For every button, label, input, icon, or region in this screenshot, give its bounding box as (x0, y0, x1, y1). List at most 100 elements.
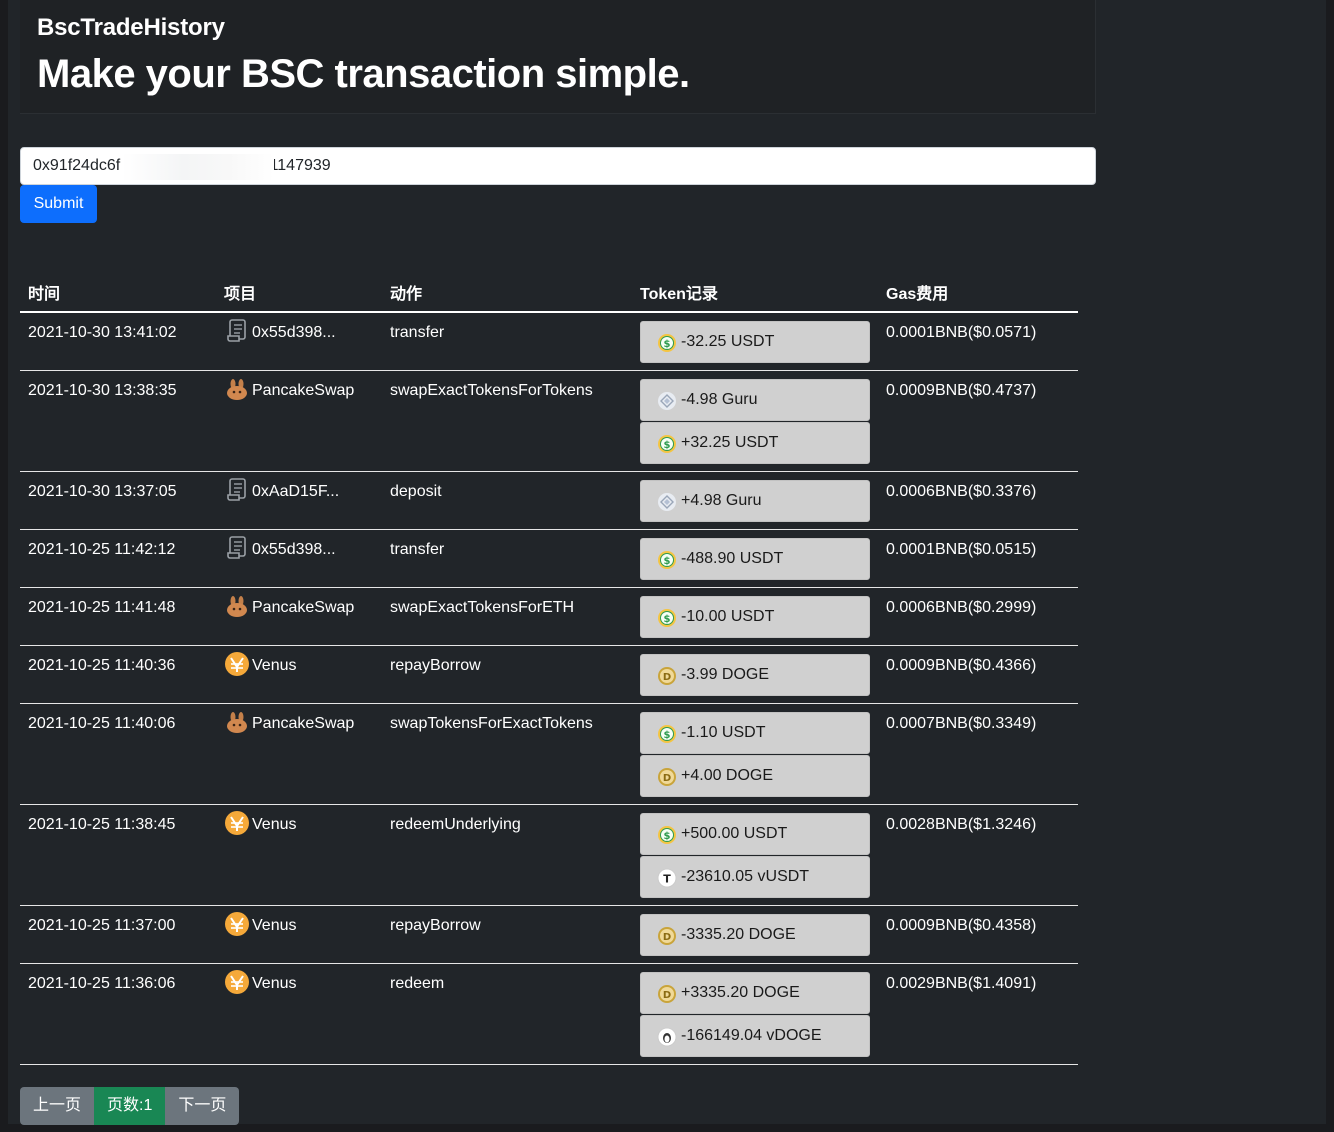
header-project: 项目 (216, 273, 382, 313)
venus-icon (224, 969, 250, 995)
usdt-icon: $ (657, 608, 677, 628)
token-amount: -32.25 USDT (681, 333, 775, 350)
cell-tokens: D -3335.20 DOGE (632, 905, 878, 964)
project-link[interactable]: Venus (224, 652, 297, 677)
table-row: 2021-10-25 11:42:12 0x55d398... transfer $ -… (20, 529, 1078, 588)
cell-tokens: -4.98 Guru $ +32.25 USDT (632, 370, 878, 472)
token-amount: -166149.04 vDOGE (681, 1027, 822, 1044)
project-link[interactable]: PancakeSwap (224, 379, 355, 402)
token-amount: +4.00 DOGE (681, 767, 774, 784)
project-name: Venus (252, 816, 297, 833)
project-link[interactable]: 0xAaD15F... (224, 478, 340, 503)
cell-tokens: $ +500.00 USDT T -23610.05 vUSDT (632, 804, 878, 906)
cell-tokens: $ -32.25 USDT (632, 312, 878, 371)
table-row: 2021-10-30 13:38:35 PancakeSwap swapExactT… (20, 370, 1078, 472)
cell-tokens: D -3.99 DOGE (632, 645, 878, 704)
token-amount: -3335.20 DOGE (681, 926, 796, 943)
token-chip[interactable]: -166149.04 vDOGE (640, 1015, 870, 1057)
token-chip[interactable]: $ +32.25 USDT (640, 422, 870, 464)
token-chip[interactable]: $ -10.00 USDT (640, 596, 870, 638)
project-name: 0x55d398... (252, 541, 336, 558)
token-amount: -23610.05 vUSDT (681, 868, 810, 885)
cell-action: swapExactTokensForETH (382, 587, 632, 646)
token-chip[interactable]: D +4.00 DOGE (640, 755, 870, 797)
cell-project: PancakeSwap (216, 370, 382, 472)
svg-text:$: $ (664, 440, 671, 451)
svg-text:$: $ (664, 730, 671, 741)
pancakeswap-icon (224, 709, 250, 735)
usdt-icon: $ (657, 434, 677, 454)
cell-action: swapTokensForExactTokens (382, 703, 632, 805)
svg-text:D: D (663, 773, 671, 784)
project-link[interactable]: Venus (224, 811, 297, 836)
table-row: 2021-10-25 11:40:06 PancakeSwap swapTokens… (20, 703, 1078, 805)
token-chip[interactable]: D -3.99 DOGE (640, 654, 870, 696)
project-link[interactable]: PancakeSwap (224, 596, 355, 619)
token-chip[interactable]: $ -488.90 USDT (640, 538, 870, 580)
cell-action: swapExactTokensForTokens (382, 370, 632, 472)
cell-time: 2021-10-25 11:42:12 (20, 529, 216, 588)
token-amount: -1.10 USDT (681, 724, 766, 741)
prev-page-button[interactable]: 上一页 (20, 1087, 95, 1125)
project-link[interactable]: Venus (224, 912, 296, 937)
token-chip[interactable]: $ +500.00 USDT (640, 813, 870, 855)
project-name: Venus (252, 657, 297, 674)
cell-gas: 0.0009BNB($0.4737) (878, 370, 1078, 472)
token-amount: -10.00 USDT (681, 608, 775, 625)
address-redaction (122, 154, 274, 180)
token-amount: +500.00 USDT (681, 825, 788, 842)
page: BscTradeHistory Make your BSC transactio… (8, 0, 1326, 1125)
current-page-indicator[interactable]: 页数:1 (94, 1087, 166, 1125)
cell-project: 0xAaD15F... (216, 471, 382, 530)
token-chip[interactable]: +4.98 Guru (640, 480, 870, 522)
token-amount: +4.98 Guru (681, 492, 762, 509)
token-chip[interactable]: $ -32.25 USDT (640, 321, 870, 363)
token-amount: -4.98 Guru (681, 391, 758, 408)
contract-icon (224, 535, 250, 561)
svg-text:D: D (663, 932, 671, 943)
project-link[interactable]: Venus (224, 970, 296, 995)
svg-text:T: T (663, 873, 671, 886)
next-page-button[interactable]: 下一页 (165, 1087, 240, 1125)
pagination: 上一页 页数:1 下一页 (20, 1087, 240, 1125)
doge-icon: D (657, 926, 677, 946)
table-row: 2021-10-30 13:37:05 0xAaD15F... deposit +4.… (20, 471, 1078, 530)
svg-text:$: $ (664, 614, 671, 625)
cell-action: redeemUnderlying (382, 804, 632, 906)
token-chip[interactable]: $ -1.10 USDT (640, 712, 870, 754)
cell-action: deposit (382, 471, 632, 530)
usdt-icon: $ (657, 724, 677, 744)
cell-time: 2021-10-30 13:37:05 (20, 471, 216, 530)
contract-icon (224, 477, 250, 503)
cell-time: 2021-10-25 11:40:36 (20, 645, 216, 704)
project-link[interactable]: 0x55d398... (224, 536, 336, 561)
cell-tokens: +4.98 Guru (632, 471, 878, 530)
svg-text:$: $ (664, 831, 671, 842)
cell-gas: 0.0001BNB($0.0571) (878, 312, 1078, 371)
svg-text:D: D (663, 672, 671, 683)
project-name: 0xAaD15F... (252, 483, 340, 500)
token-chip[interactable]: -4.98 Guru (640, 379, 870, 421)
cell-time: 2021-10-30 13:41:02 (20, 312, 216, 371)
project-link[interactable]: PancakeSwap (224, 712, 354, 735)
cell-gas: 0.0009BNB($0.4358) (878, 905, 1078, 964)
cell-gas: 0.0007BNB($0.3349) (878, 703, 1078, 805)
app-title: BscTradeHistory (37, 14, 225, 41)
header-time: 时间 (20, 273, 216, 313)
token-chip[interactable]: D +3335.20 DOGE (640, 972, 870, 1014)
cell-project: PancakeSwap (216, 703, 382, 805)
project-name: PancakeSwap (252, 599, 355, 616)
cell-gas: 0.0006BNB($0.2999) (878, 587, 1078, 646)
token-chip[interactable]: T -23610.05 vUSDT (640, 856, 870, 898)
usdt-icon: $ (657, 550, 677, 570)
token-chip[interactable]: D -3335.20 DOGE (640, 914, 870, 956)
submit-button[interactable]: Submit (20, 185, 97, 223)
token-amount: +32.25 USDT (681, 434, 779, 451)
guru-icon (657, 391, 677, 411)
project-link[interactable]: 0x55d398... (224, 319, 336, 344)
project-name: 0x55d398... (252, 324, 336, 341)
cell-time: 2021-10-25 11:36:06 (20, 963, 216, 1065)
svg-text:$: $ (664, 339, 671, 350)
project-name: PancakeSwap (252, 382, 355, 399)
guru-icon (657, 492, 677, 512)
